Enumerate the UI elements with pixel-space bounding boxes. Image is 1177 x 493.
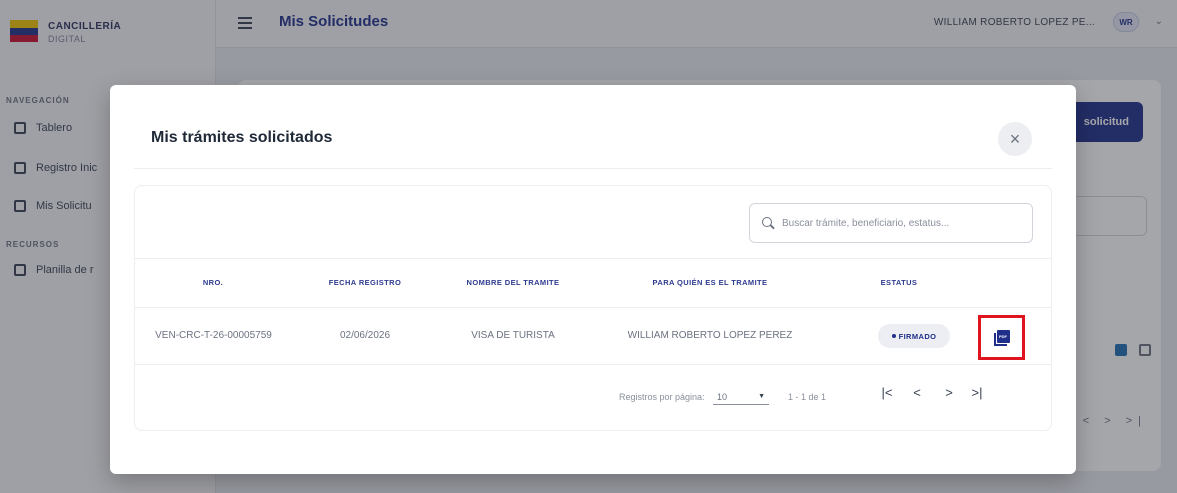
search-field[interactable] <box>749 203 1033 243</box>
rows-per-page-value: 10 <box>717 391 728 402</box>
page-range: 1 - 1 de 1 <box>788 392 827 402</box>
rows-per-page-select[interactable]: 10 ▼ <box>713 389 769 405</box>
column-header-estatus[interactable]: ESTATUS <box>869 278 929 287</box>
column-header-tramite[interactable]: NOMBRE DEL TRAMITE <box>453 278 573 287</box>
status-badge-label: FIRMADO <box>898 331 937 341</box>
rows-per-page-label: Registros por página: <box>619 392 705 402</box>
cell-nro: VEN-CRC-T-26-00005759 <box>155 330 272 341</box>
search-input[interactable] <box>782 217 1022 229</box>
cell-fecha: 02/06/2026 <box>339 330 391 341</box>
next-page-button[interactable]: > <box>939 385 959 400</box>
first-page-button[interactable]: |< <box>877 385 897 400</box>
divider <box>134 168 1052 169</box>
cell-para-quien: WILLIAM ROBERTO LOPEZ PEREZ <box>627 330 793 341</box>
table-row[interactable]: VEN-CRC-T-26-00005759 02/06/2026 VISA DE… <box>135 308 1051 365</box>
last-page-button[interactable]: >| <box>967 385 987 400</box>
requests-table-card: NRO. FECHA REGISTRO NOMBRE DEL TRAMITE P… <box>134 185 1052 431</box>
status-dot-icon <box>891 334 896 338</box>
modal-title: Mis trámites solicitados <box>151 129 333 146</box>
pdf-icon: PDF <box>993 329 1010 346</box>
status-badge: FIRMADO <box>878 324 950 348</box>
search-icon <box>762 217 774 229</box>
pagination: Registros por página: 10 ▼ 1 - 1 de 1 |<… <box>135 365 1051 431</box>
close-button[interactable]: × <box>998 122 1032 156</box>
caret-down-icon: ▼ <box>758 393 765 400</box>
cell-tramite: VISA DE TURISTA <box>471 330 555 341</box>
requests-modal: Mis trámites solicitados × NRO. FECHA RE… <box>110 85 1076 474</box>
prev-page-button[interactable]: < <box>907 385 927 400</box>
pdf-download-button[interactable]: PDF <box>978 315 1025 360</box>
column-header-fecha[interactable]: FECHA REGISTRO <box>315 278 415 287</box>
column-header-nro[interactable]: NRO. <box>193 278 233 287</box>
column-header-para-quien[interactable]: PARA QUIÉN ES EL TRAMITE <box>635 278 785 287</box>
table-header: NRO. FECHA REGISTRO NOMBRE DEL TRAMITE P… <box>135 258 1051 308</box>
